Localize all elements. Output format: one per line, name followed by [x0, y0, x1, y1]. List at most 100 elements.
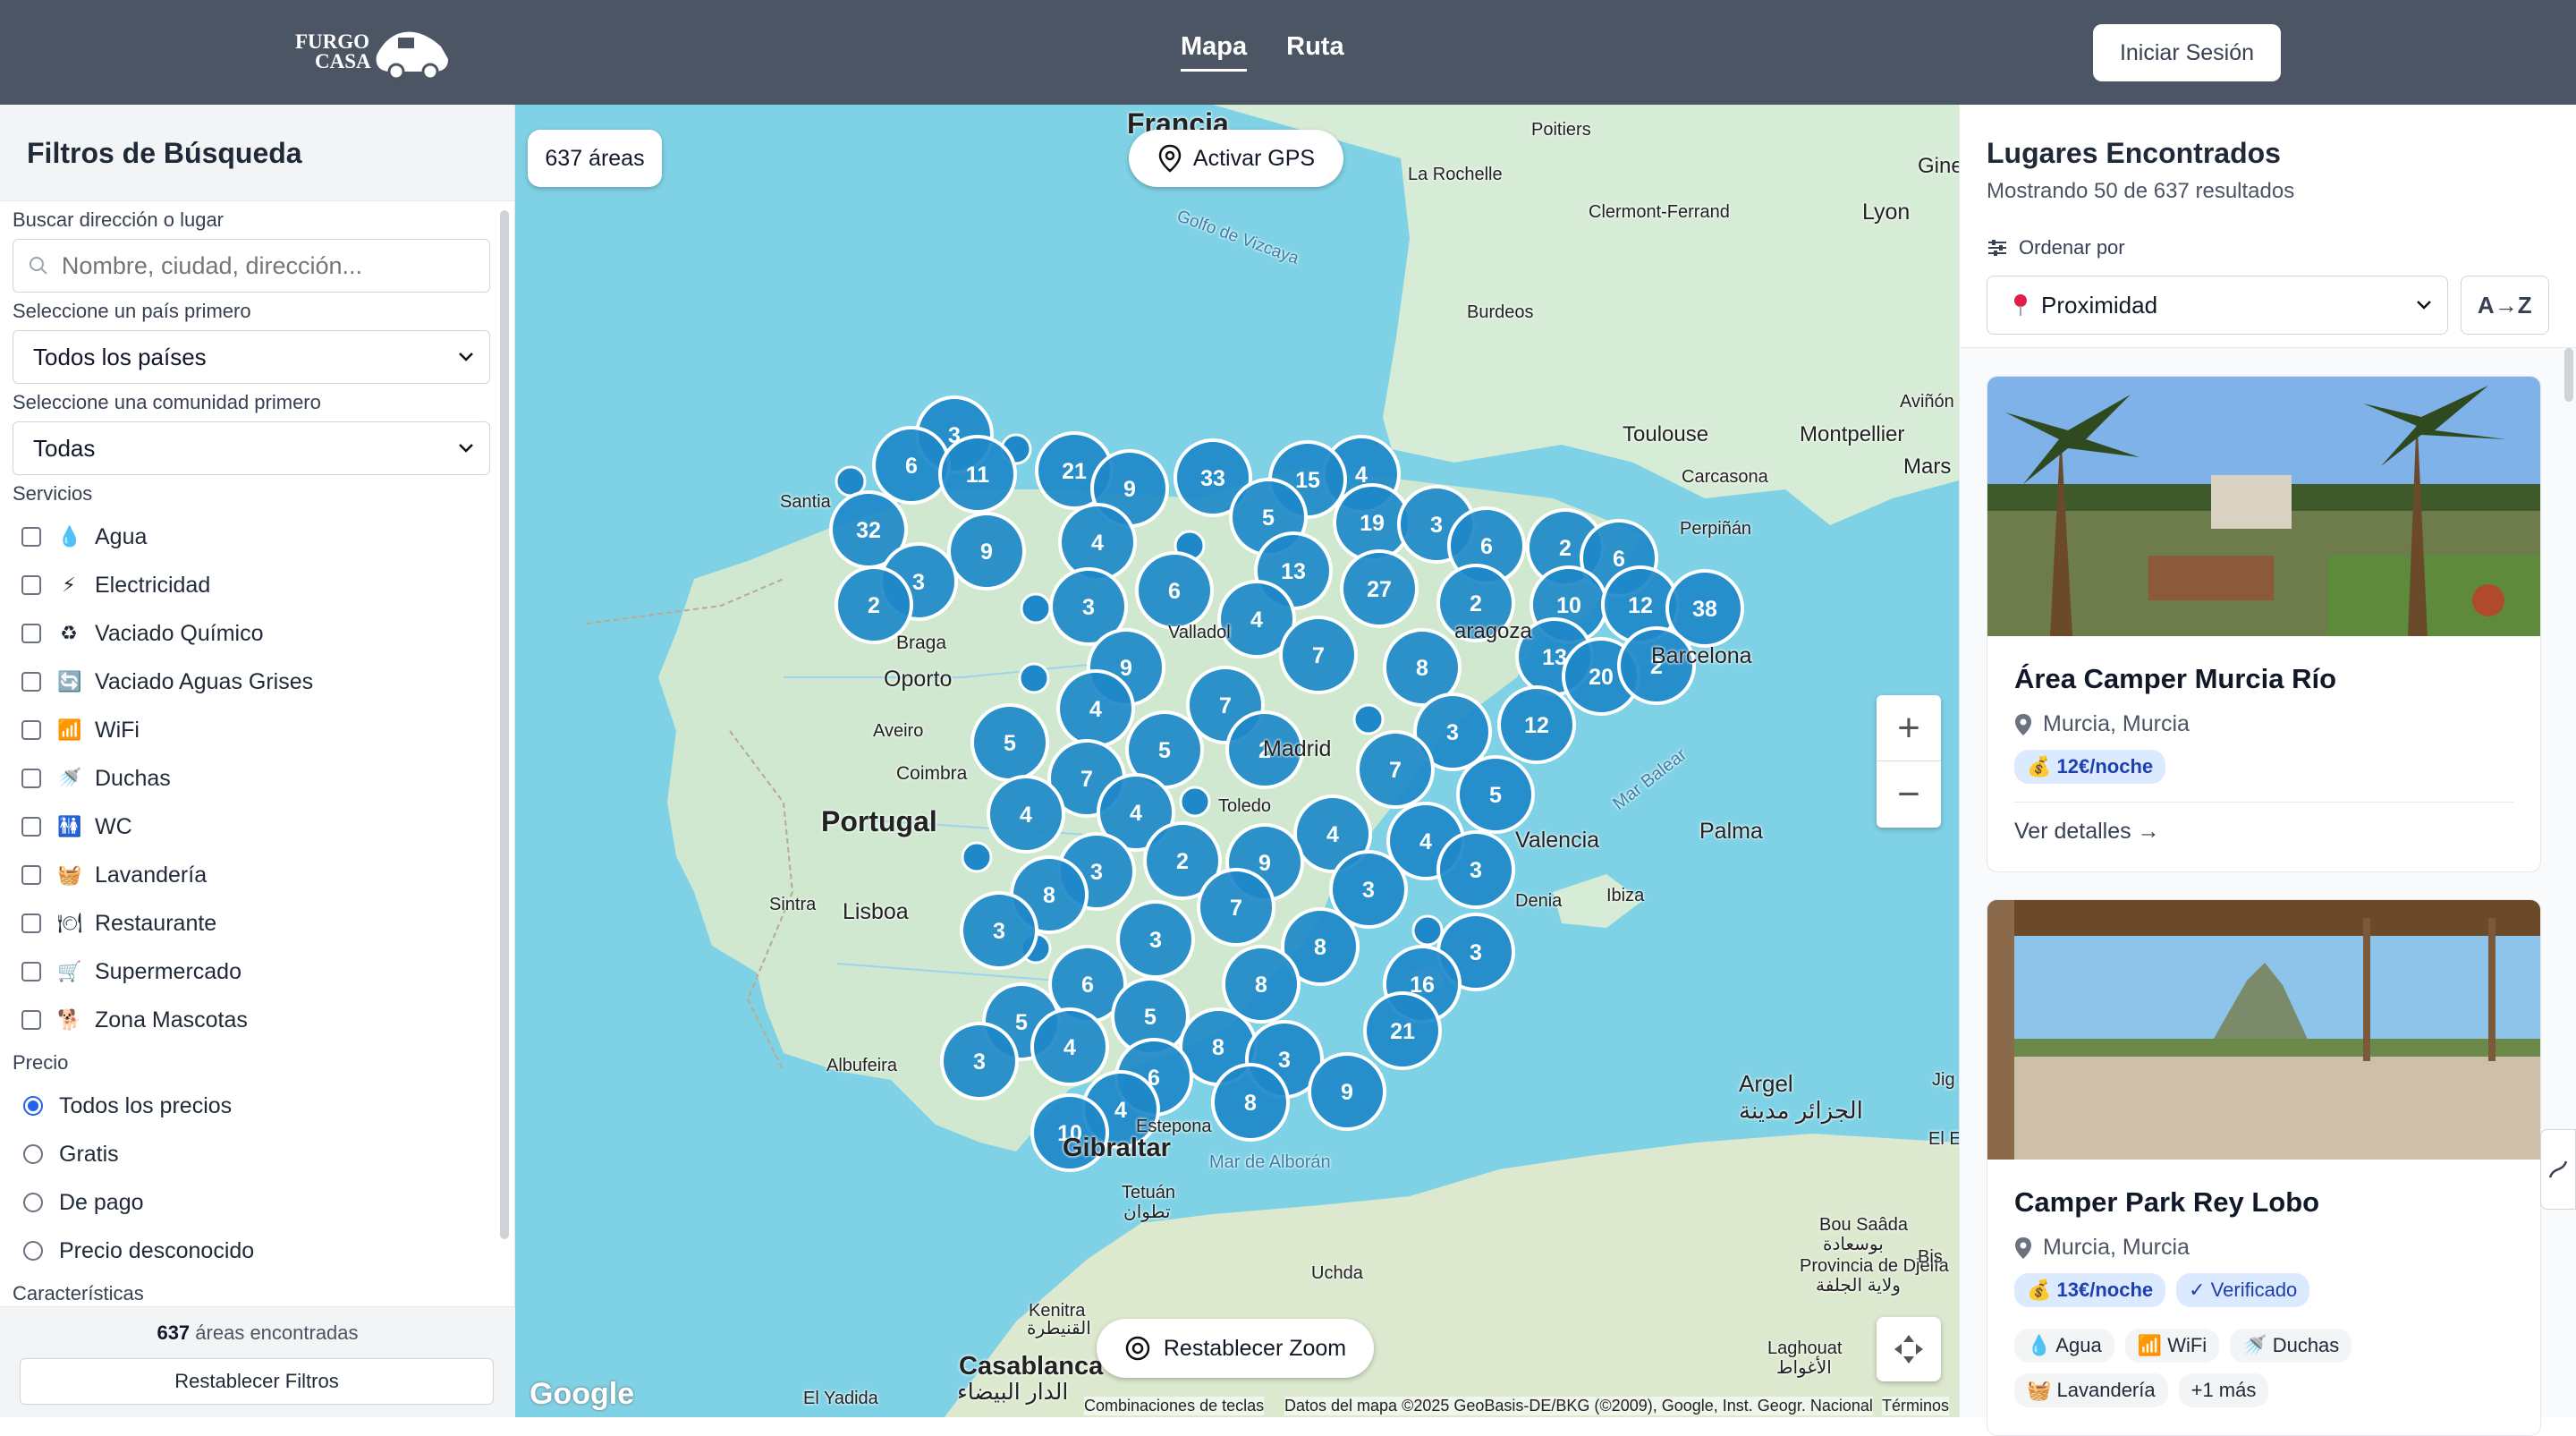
- checkbox[interactable]: [21, 769, 41, 788]
- price-option[interactable]: Precio desconocido: [13, 1227, 503, 1275]
- camper-van-icon: [376, 31, 448, 81]
- service-filter-pet[interactable]: 🐕 Zona Mascotas: [13, 996, 503, 1044]
- zoom-in-button[interactable]: +: [1877, 695, 1941, 761]
- single-area-marker[interactable]: [1179, 786, 1211, 818]
- cluster-marker[interactable]: 5: [1456, 755, 1535, 834]
- checkbox[interactable]: [21, 962, 41, 981]
- service-filter-shower[interactable]: 🚿 Duchas: [13, 754, 503, 803]
- result-card[interactable]: Área Camper Murcia Río Murcia, Murcia 💰 …: [1987, 376, 2541, 872]
- card-title[interactable]: Área Camper Murcia Río: [2014, 663, 2513, 695]
- reset-filters-button[interactable]: Restablecer Filtros: [20, 1358, 494, 1405]
- cluster-marker[interactable]: 4: [987, 775, 1065, 854]
- checkbox[interactable]: [21, 720, 41, 740]
- nav-map-tab[interactable]: Mapa: [1181, 32, 1248, 72]
- view-details-link[interactable]: Ver detalles →: [2014, 802, 2513, 845]
- price-option[interactable]: Todos los precios: [13, 1082, 503, 1130]
- cluster-marker[interactable]: 3: [960, 891, 1038, 970]
- cluster-marker[interactable]: 11: [938, 435, 1017, 514]
- map-canvas[interactable]: 36 11 219 33 4155 19 36 2 6329 413272 10 12 383263 47…: [515, 105, 1959, 1417]
- results-header: Lugares Encontrados Mostrando 50 de 637 …: [1960, 105, 2576, 348]
- checkbox[interactable]: [21, 865, 41, 885]
- cluster-marker[interactable]: 8: [1222, 945, 1301, 1024]
- cluster-marker[interactable]: 6: [872, 426, 951, 505]
- filters-scrollbar[interactable]: [500, 210, 509, 1239]
- terms-link[interactable]: Términos: [1882, 1397, 1950, 1415]
- cluster-marker[interactable]: 7: [1356, 730, 1435, 809]
- services-label: Servicios: [13, 482, 93, 505]
- checkbox[interactable]: [21, 672, 41, 692]
- single-area-marker[interactable]: [1020, 592, 1052, 625]
- map-label-aveiro: Aveiro: [873, 721, 924, 741]
- service-filter-restaurant[interactable]: 🍽 Restaurante: [13, 899, 503, 947]
- radio-button[interactable]: [23, 1241, 43, 1261]
- cluster-marker[interactable]: 12: [1497, 685, 1576, 764]
- service-filter-wc[interactable]: 🚻 WC: [13, 803, 503, 851]
- cluster-marker[interactable]: 8: [1211, 1063, 1290, 1142]
- single-area-marker[interactable]: [1352, 703, 1385, 735]
- cluster-marker[interactable]: 27: [1340, 549, 1419, 628]
- cluster-count: 32: [856, 518, 881, 543]
- service-filter-grey-water[interactable]: 🔄 Vaciado Aguas Grises: [13, 658, 503, 706]
- search-field[interactable]: [13, 239, 490, 293]
- card-title[interactable]: Camper Park Rey Lobo: [2014, 1186, 2513, 1219]
- sort-direction-button[interactable]: A→Z: [2460, 276, 2549, 335]
- radio-button[interactable]: [23, 1144, 43, 1164]
- zoom-out-button[interactable]: −: [1877, 761, 1941, 828]
- single-area-marker[interactable]: [961, 841, 993, 873]
- search-input[interactable]: [61, 251, 489, 280]
- price-badge-text: 13€/noche: [2056, 1279, 2154, 1301]
- brand-logo[interactable]: FURGO CASA: [295, 20, 452, 84]
- cluster-marker[interactable]: 3: [940, 1022, 1019, 1100]
- service-filter-cart[interactable]: 🛒 Supermercado: [13, 947, 503, 996]
- side-panel-toggle[interactable]: [2540, 1129, 2576, 1210]
- cluster-marker[interactable]: 4: [1030, 1007, 1109, 1086]
- checkbox[interactable]: [21, 1010, 41, 1030]
- service-filter-lightning[interactable]: ⚡ Electricidad: [13, 561, 503, 609]
- cluster-count: 4: [1089, 697, 1102, 722]
- radio-button[interactable]: [23, 1193, 43, 1212]
- country-select[interactable]: Todos los países: [13, 330, 490, 384]
- sort-select[interactable]: Proximidad: [1987, 276, 2448, 335]
- single-area-marker[interactable]: [1411, 914, 1444, 947]
- checkbox[interactable]: [21, 527, 41, 547]
- service-label: Zona Mascotas: [95, 1007, 248, 1032]
- map-camera-control[interactable]: [1877, 1317, 1941, 1381]
- single-area-marker[interactable]: [1018, 662, 1050, 694]
- checkbox[interactable]: [21, 575, 41, 595]
- cluster-count: 19: [1360, 511, 1385, 536]
- results-scrollbar[interactable]: [2564, 348, 2573, 402]
- radio-button[interactable]: [23, 1096, 43, 1116]
- cluster-marker[interactable]: 2: [835, 565, 913, 644]
- checkbox[interactable]: [21, 913, 41, 933]
- cluster-marker[interactable]: 6: [1135, 551, 1214, 630]
- filters-scroll-area[interactable]: Buscar dirección o lugar Seleccione un p…: [0, 201, 515, 1306]
- result-card[interactable]: Camper Park Rey Lobo Murcia, Murcia 💰 13…: [1987, 899, 2541, 1436]
- service-badge-text: Agua: [2055, 1334, 2102, 1356]
- cluster-marker[interactable]: 5: [970, 703, 1049, 782]
- service-filter-water-drop[interactable]: 💧 Agua: [13, 513, 503, 561]
- map-view[interactable]: 3 6 11 21 9 33 4 15 5 19 3 6 2 6 32 9 4 13 27 2 10 12 38 3 2 6 3 4 7…: [515, 105, 1959, 1417]
- cluster-marker[interactable]: 4: [1056, 669, 1135, 748]
- price-option[interactable]: Gratis: [13, 1130, 503, 1178]
- cluster-marker[interactable]: 21: [1363, 991, 1442, 1070]
- price-option[interactable]: De pago: [13, 1178, 503, 1227]
- nav-route-tab[interactable]: Ruta: [1286, 32, 1343, 72]
- checkbox[interactable]: [21, 817, 41, 837]
- sort-value: Proximidad: [2041, 291, 2158, 319]
- cluster-marker[interactable]: 3: [1116, 900, 1195, 979]
- community-select[interactable]: Todas: [13, 421, 490, 475]
- cluster-marker[interactable]: 9: [947, 512, 1026, 591]
- service-filter-laundry[interactable]: 🧺 Lavandería: [13, 851, 503, 899]
- service-filter-recycle[interactable]: ♻ Vaciado Químico: [13, 609, 503, 658]
- login-button[interactable]: Iniciar Sesión: [2093, 24, 2281, 81]
- cluster-marker[interactable]: 9: [1308, 1052, 1386, 1131]
- cluster-count: 7: [1230, 896, 1242, 921]
- cluster-marker[interactable]: 7: [1197, 868, 1275, 947]
- keyboard-shortcuts-link[interactable]: Combinaciones de teclas: [1084, 1397, 1265, 1415]
- activate-gps-button[interactable]: Activar GPS: [1129, 130, 1343, 187]
- cluster-marker[interactable]: 3: [1436, 830, 1515, 909]
- service-filter-wifi[interactable]: 📶 WiFi: [13, 706, 503, 754]
- reset-zoom-button[interactable]: Restablecer Zoom: [1097, 1319, 1374, 1378]
- cluster-marker[interactable]: 7: [1279, 616, 1358, 694]
- checkbox[interactable]: [21, 624, 41, 643]
